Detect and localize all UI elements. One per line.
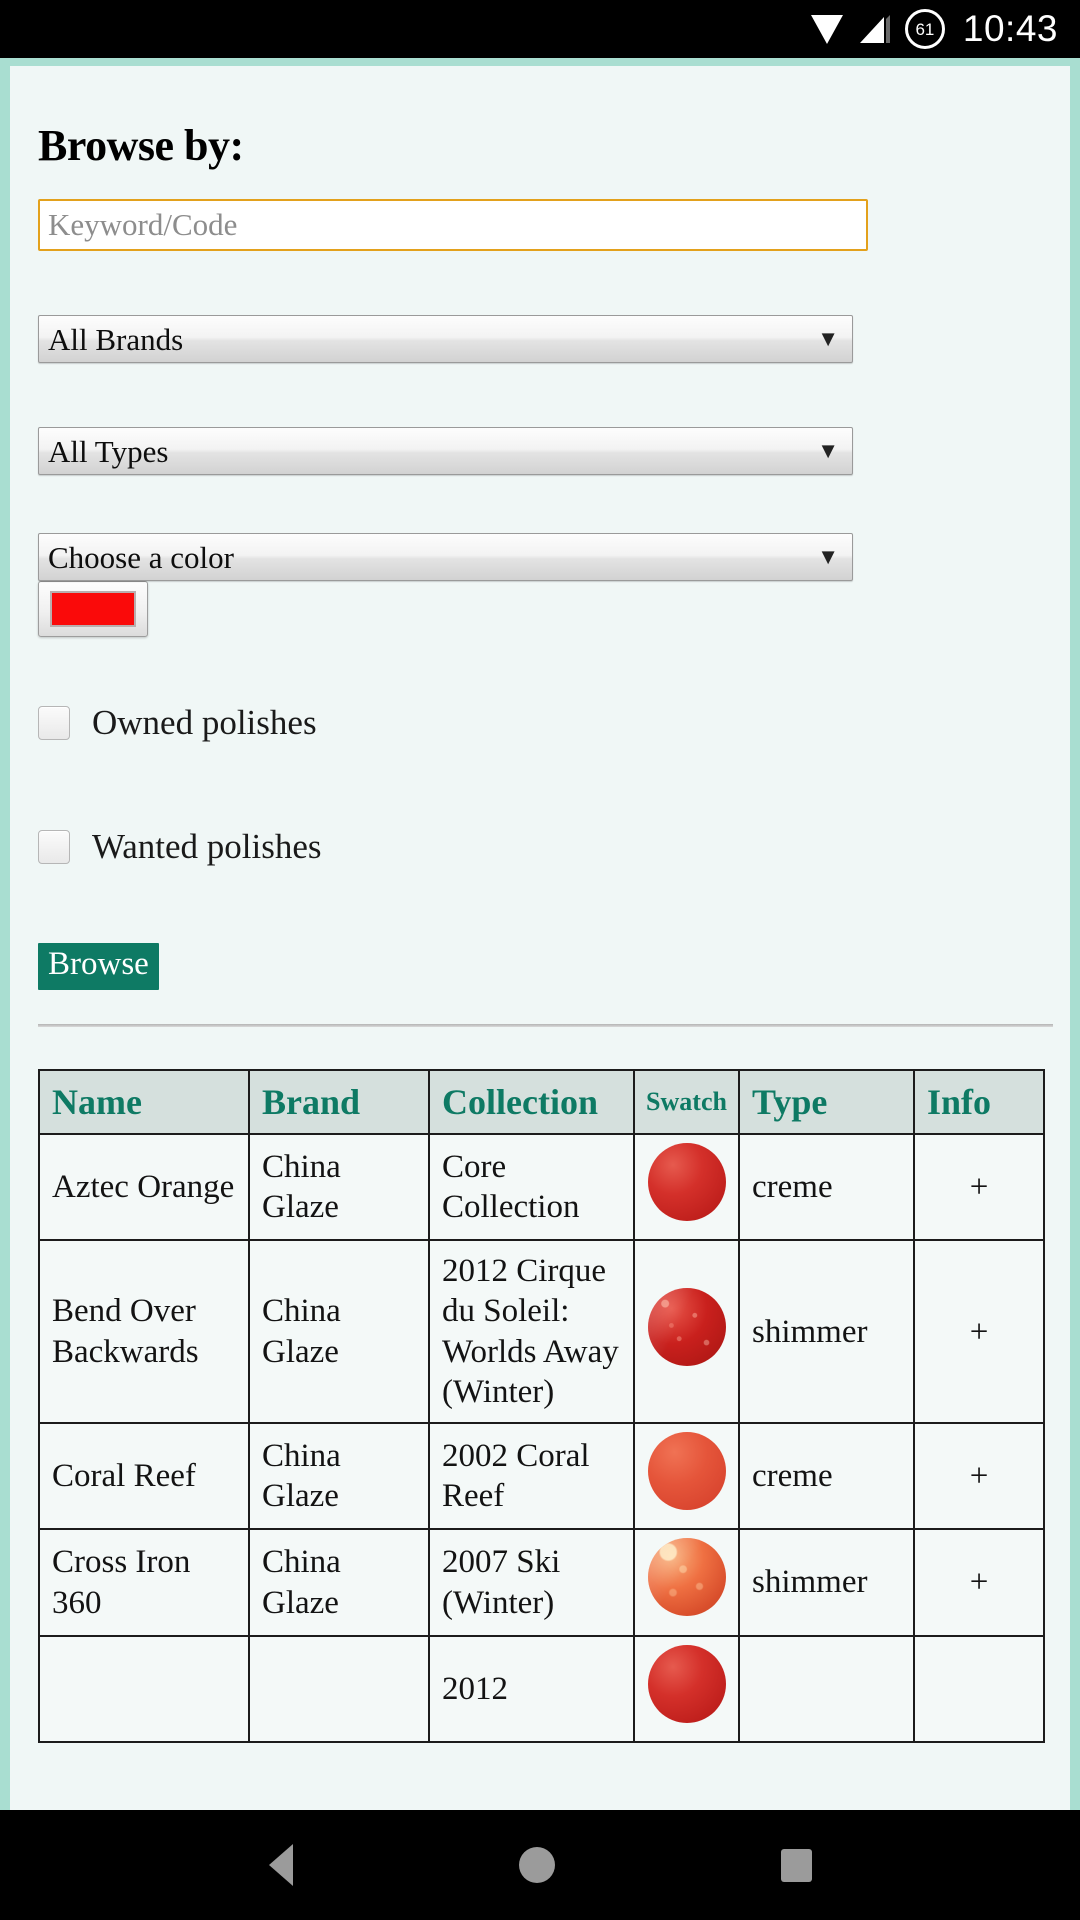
- cell-info-expand-button[interactable]: +: [913, 1239, 1045, 1425]
- cell-collection: 2012 Cirque du Soleil: Worlds Away (Wint…: [428, 1239, 635, 1425]
- cell-info-expand-button[interactable]: +: [913, 1132, 1045, 1242]
- wanted-polishes-label: Wanted polishes: [92, 827, 322, 866]
- column-header-swatch[interactable]: Swatch: [633, 1068, 740, 1135]
- cell-swatch: [633, 1239, 740, 1425]
- cell-swatch: [633, 1422, 740, 1531]
- column-header-info[interactable]: Info: [913, 1068, 1045, 1135]
- section-divider: [38, 1023, 1053, 1027]
- polish-swatch-icon: [647, 1287, 726, 1366]
- selected-color-swatch: [50, 591, 136, 627]
- home-icon[interactable]: [518, 1847, 555, 1883]
- cell-name: Bend Over Backwards: [38, 1239, 250, 1425]
- wanted-polishes-row[interactable]: Wanted polishes: [38, 827, 1042, 867]
- cell-type: creme: [738, 1422, 915, 1531]
- keyword-search-input[interactable]: [38, 199, 868, 251]
- polish-swatch-icon: [647, 1142, 726, 1221]
- cell-swatch: [633, 1132, 740, 1242]
- cell-collection: 2002 Coral Reef: [428, 1422, 635, 1531]
- cell-info-expand-button[interactable]: +: [913, 1422, 1045, 1531]
- status-icon-group: 61: [809, 9, 945, 49]
- cell-name: Coral Reef: [38, 1422, 250, 1531]
- cell-swatch: [633, 1634, 740, 1743]
- owned-polishes-row[interactable]: Owned polishes: [38, 703, 1042, 743]
- cell-name: Cross Iron 360: [38, 1528, 250, 1637]
- wifi-icon: [809, 13, 845, 45]
- status-bar: 61 10:43: [0, 0, 1080, 58]
- cell-info-expand-button[interactable]: +: [913, 1528, 1045, 1637]
- type-select[interactable]: All Types: [38, 427, 853, 475]
- results-table: Name Brand Collection Swatch Type Info A…: [38, 1068, 1045, 1743]
- polish-swatch-icon: [647, 1432, 726, 1511]
- table-row[interactable]: Aztec Orange China Glaze Core Collection cr…: [38, 1132, 1045, 1242]
- battery-icon: 61: [904, 9, 945, 49]
- browse-page: Browse by: All Brands ▼ All Types ▼ Choo: [10, 66, 1070, 1810]
- signal-icon: [858, 13, 892, 45]
- cell-brand: China Glaze: [248, 1239, 430, 1425]
- cell-name: [38, 1634, 250, 1743]
- table-header-row: Name Brand Collection Swatch Type Info: [38, 1068, 1045, 1135]
- color-filter-row: Choose a color ▼: [38, 533, 1042, 637]
- owned-polishes-checkbox[interactable]: [38, 706, 70, 740]
- column-header-brand[interactable]: Brand: [248, 1068, 430, 1135]
- cell-brand: [248, 1634, 430, 1743]
- android-nav-bar: [0, 1810, 1080, 1920]
- cell-type: shimmer: [738, 1239, 915, 1425]
- cell-type: creme: [738, 1132, 915, 1242]
- page-title: Browse by:: [38, 121, 244, 170]
- cell-name: Aztec Orange: [38, 1132, 250, 1242]
- cell-collection: 2012: [428, 1634, 635, 1743]
- cell-brand: China Glaze: [248, 1422, 430, 1531]
- table-row[interactable]: Coral Reef China Glaze 2002 Coral Reef crem…: [38, 1422, 1045, 1531]
- column-header-name[interactable]: Name: [38, 1068, 250, 1135]
- cell-brand: China Glaze: [248, 1132, 430, 1242]
- color-select[interactable]: Choose a color: [38, 533, 853, 581]
- status-time: 10:43: [962, 8, 1058, 49]
- app-frame: Browse by: All Brands ▼ All Types ▼ Choo: [0, 58, 1080, 1810]
- column-header-type[interactable]: Type: [738, 1068, 915, 1135]
- table-row[interactable]: Cross Iron 360 China Glaze 2007 Ski (Winte…: [38, 1528, 1045, 1637]
- cell-info-expand-button[interactable]: [913, 1634, 1045, 1743]
- type-filter-row: All Types ▼: [38, 427, 1042, 475]
- color-picker-button[interactable]: [38, 581, 148, 637]
- brand-filter-row: All Brands ▼: [38, 315, 1042, 363]
- recents-icon[interactable]: [780, 1848, 812, 1882]
- cell-brand: China Glaze: [248, 1528, 430, 1637]
- cell-collection: Core Collection: [428, 1132, 635, 1242]
- polish-swatch-icon: [647, 1644, 726, 1723]
- owned-polishes-label: Owned polishes: [92, 703, 317, 742]
- brand-select[interactable]: All Brands: [38, 315, 853, 363]
- cell-collection: 2007 Ski (Winter): [428, 1528, 635, 1637]
- cell-type: [738, 1634, 915, 1743]
- results-table-head: Name Brand Collection Swatch Type Info: [38, 1068, 1045, 1135]
- wanted-polishes-checkbox[interactable]: [38, 830, 70, 864]
- browse-button[interactable]: Browse: [38, 943, 159, 990]
- results-table-body: Aztec Orange China Glaze Core Collection cr…: [38, 1132, 1045, 1743]
- battery-percent-label: 61: [915, 19, 935, 39]
- column-header-collection[interactable]: Collection: [428, 1068, 635, 1135]
- cell-swatch: [633, 1528, 740, 1637]
- polish-swatch-icon: [647, 1538, 726, 1617]
- table-row[interactable]: Bend Over Backwards China Glaze 2012 Cirqu…: [38, 1239, 1045, 1425]
- table-row[interactable]: 2012: [38, 1634, 1045, 1743]
- back-icon[interactable]: [268, 1844, 293, 1886]
- cell-type: shimmer: [738, 1528, 915, 1637]
